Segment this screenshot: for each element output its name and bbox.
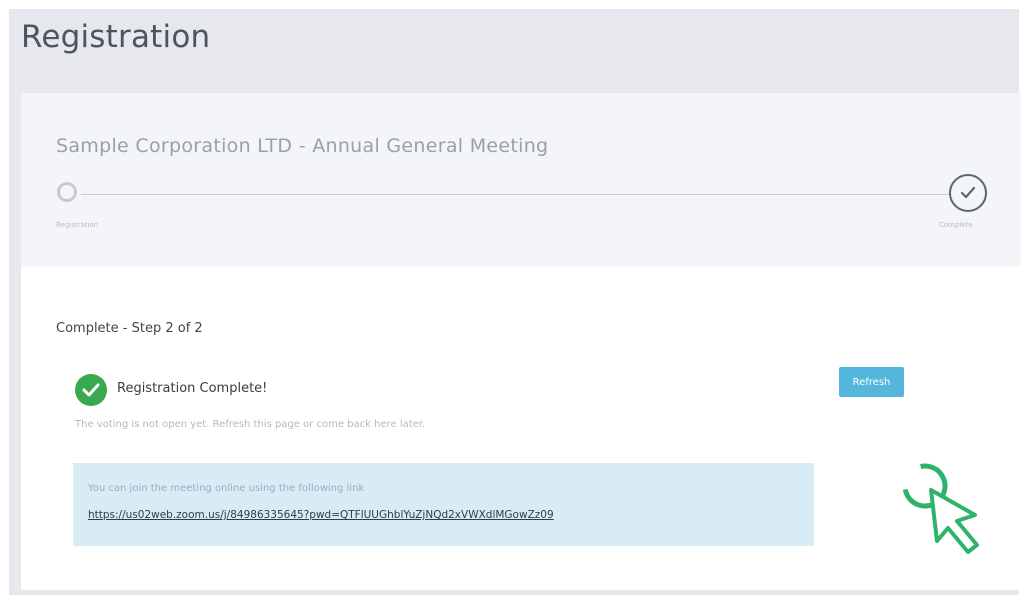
success-badge [75,374,107,406]
stepper-line [81,194,961,195]
voting-note: The voting is not open yet. Refresh this… [75,419,426,430]
registration-card: Sample Corporation LTD - Annual General … [21,93,1021,590]
registration-complete-heading: Registration Complete! [117,381,268,396]
meeting-title: Sample Corporation LTD - Annual General … [56,135,549,157]
meeting-link-box: You can join the meeting online using th… [73,463,814,546]
meeting-link-instructions: You can join the meeting online using th… [88,483,365,494]
meeting-link[interactable]: https://us02web.zoom.us/j/84986335645?pw… [88,509,554,521]
checkmark-circle-icon [960,186,976,199]
step-label-registration: Registration [56,221,99,229]
refresh-button[interactable]: Refresh [839,367,904,397]
pointer-cursor-icon [902,463,979,554]
step-complete-indicator [949,174,987,212]
step-label-complete: Complete [939,221,973,229]
check-icon [82,383,100,397]
step-status: Complete - Step 2 of 2 [56,321,203,336]
page-title: Registration [21,19,211,55]
registration-panel: Registration Sample Corporation LTD - An… [9,9,1021,595]
step-registration-indicator [57,182,77,202]
card-header: Sample Corporation LTD - Annual General … [21,93,1021,267]
